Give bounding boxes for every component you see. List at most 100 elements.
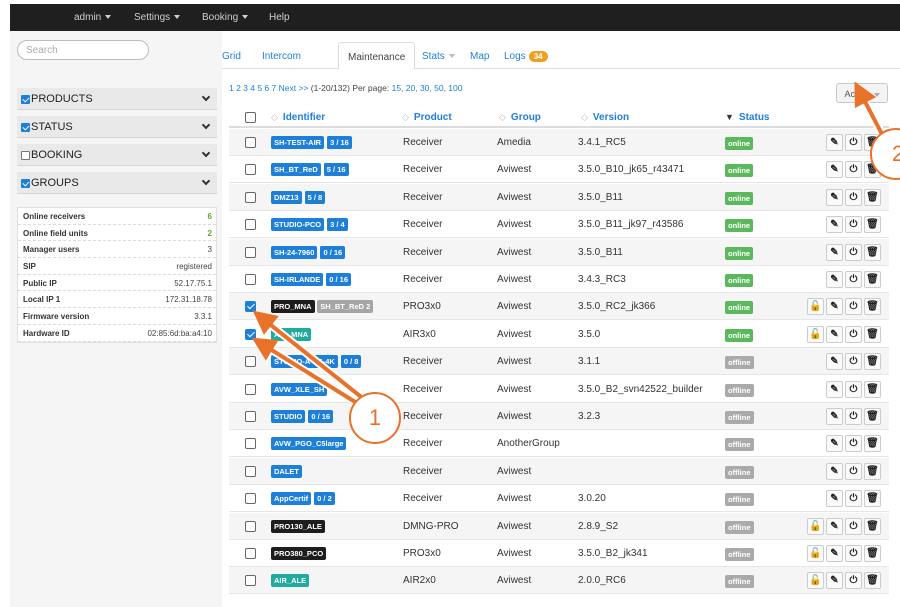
row-checkbox[interactable]: [245, 164, 256, 176]
edit-icon[interactable]: ✎: [826, 216, 843, 234]
row-checkbox[interactable]: [245, 438, 256, 450]
facet-products[interactable]: PRODUCTS: [17, 88, 217, 110]
identifier-label[interactable]: DALET: [271, 464, 302, 478]
unlock-icon[interactable]: 🔓: [807, 572, 824, 590]
table-row[interactable]: PRO130_ALE DMNG-PRO Aviwest 2.8.9_S2 offline…: [229, 512, 889, 540]
tab-grid[interactable]: Grid: [222, 51, 241, 62]
nav-admin-menu[interactable]: admin: [74, 12, 112, 23]
edit-icon[interactable]: ✎: [826, 490, 843, 508]
row-checkbox[interactable]: [245, 246, 256, 258]
edit-icon[interactable]: ✎: [826, 545, 843, 562]
trash-icon[interactable]: 🗑: [864, 325, 881, 343]
nav-help-link[interactable]: Help: [269, 12, 290, 23]
row-checkbox[interactable]: [245, 356, 256, 368]
table-row[interactable]: STUDIO 0 / 16 Receiver Aviwest 3.2.3 offline ✎…: [229, 403, 889, 430]
trash-icon[interactable]: 🗑: [864, 517, 881, 535]
row-checkbox[interactable]: [245, 274, 256, 285]
table-row[interactable]: DMZ13 5 / 8 Receiver Aviwest 3.5.0_B11 online…: [229, 183, 889, 211]
table-row[interactable]: AIR_ALE AIR2x0 Aviwest 2.0.0_RC6 offline 🔓 ✎ ⏻ 🗑: [229, 567, 889, 595]
edit-icon[interactable]: ✎: [826, 298, 843, 316]
identifier-label[interactable]: AIR_MNA: [271, 327, 312, 341]
power-icon[interactable]: ⏻: [845, 298, 862, 316]
table-row[interactable]: AppCertif 0 / 2 Receiver Aviwest 3.0.20 offli…: [229, 485, 889, 513]
facet-status[interactable]: STATUS: [17, 116, 217, 138]
row-checkbox[interactable]: [245, 548, 256, 559]
table-row[interactable]: AVW_XLE_SH Receiver Aviwest 3.5.0_B2_svn425…: [229, 376, 889, 403]
power-icon[interactable]: ⏻: [845, 380, 862, 398]
nav-booking-menu[interactable]: Booking: [202, 12, 249, 23]
identifier-label[interactable]: DMZ13: [271, 190, 302, 204]
per-page-options[interactable]: 15, 20, 30, 50, 100: [392, 83, 463, 93]
row-checkbox[interactable]: [245, 383, 256, 395]
power-icon[interactable]: ⏻: [845, 517, 862, 535]
power-icon[interactable]: ⏻: [845, 325, 862, 343]
column-product[interactable]: ◇ Product: [402, 112, 452, 123]
unlock-icon[interactable]: 🔓: [807, 298, 824, 316]
edit-icon[interactable]: ✎: [826, 408, 843, 425]
edit-icon[interactable]: ✎: [826, 380, 843, 398]
column-group[interactable]: ◇ Group: [499, 112, 541, 123]
column-identifier[interactable]: ◇ Identifier: [271, 112, 325, 123]
power-icon[interactable]: ⏻: [845, 435, 862, 453]
table-row[interactable]: PRO_MNA SH_BT_ReD 2 PRO3x0 Aviwest 3.5.0_RC…: [229, 293, 889, 321]
power-icon[interactable]: ⏻: [845, 161, 862, 179]
table-row[interactable]: SH_BT_ReD 5 / 16 Receiver Aviwest 3.5.0_B10_…: [229, 156, 889, 184]
identifier-label[interactable]: AppCertif: [271, 492, 312, 506]
power-icon[interactable]: ⏻: [845, 572, 862, 590]
table-row[interactable]: SH-24-7960 0 / 16 Receiver Aviwest 3.5.0_B11…: [229, 238, 889, 266]
edit-icon[interactable]: ✎: [826, 517, 843, 535]
trash-icon[interactable]: 🗑: [864, 435, 881, 453]
table-row[interactable]: SH-TEST-AIR 3 / 16 Receiver Amedia 3.4.1_RC5…: [229, 129, 889, 156]
identifier-label[interactable]: AVW_PGO_C5large: [271, 437, 347, 451]
facet-booking[interactable]: BOOKING: [17, 144, 217, 166]
identifier-label[interactable]: SH-IRLANDE: [271, 273, 324, 286]
identifier-label[interactable]: SH-24-7960: [271, 245, 318, 259]
table-row[interactable]: PRO380_PCO PRO3x0 Aviwest 3.5.0_B2_jk341 off…: [229, 540, 889, 567]
identifier-label[interactable]: PRO130_ALE: [271, 519, 325, 533]
identifier-label[interactable]: STUDIO: [271, 410, 306, 423]
identifier-label[interactable]: SH_BT_ReD 2: [317, 300, 374, 314]
trash-icon[interactable]: 🗑: [864, 408, 881, 425]
edit-icon[interactable]: ✎: [826, 325, 843, 343]
tab-stats[interactable]: Stats: [422, 51, 455, 62]
facet-groups[interactable]: GROUPS: [17, 172, 217, 194]
row-checkbox[interactable]: [245, 520, 256, 532]
edit-icon[interactable]: ✎: [826, 462, 843, 480]
tab-intercom[interactable]: Intercom: [262, 51, 301, 62]
trash-icon[interactable]: 🗑: [864, 353, 881, 371]
tab-map[interactable]: Map: [470, 51, 489, 62]
edit-icon[interactable]: ✎: [826, 134, 843, 151]
trash-icon[interactable]: 🗑: [864, 572, 881, 590]
power-icon[interactable]: ⏻: [845, 353, 862, 371]
identifier-label[interactable]: AIR_ALE: [271, 574, 310, 588]
row-checkbox[interactable]: [245, 191, 256, 203]
nav-settings-menu[interactable]: Settings: [134, 12, 181, 23]
chevron-down-icon[interactable]: [201, 120, 211, 130]
trash-icon[interactable]: 🗑: [864, 243, 881, 261]
row-checkbox[interactable]: [245, 493, 256, 505]
trash-icon[interactable]: 🗑: [864, 216, 881, 234]
edit-icon[interactable]: ✎: [826, 188, 843, 206]
edit-icon[interactable]: ✎: [826, 435, 843, 453]
identifier-label[interactable]: PRO380_PCO: [271, 547, 327, 560]
power-icon[interactable]: ⏻: [845, 408, 862, 425]
edit-icon[interactable]: ✎: [826, 243, 843, 261]
action-dropdown-button[interactable]: Action: [836, 83, 888, 103]
facet-checkbox[interactable]: [21, 123, 30, 132]
row-checkbox[interactable]: [245, 465, 256, 477]
tab-maintenance[interactable]: Maintenance: [338, 42, 416, 70]
power-icon[interactable]: ⏻: [845, 243, 862, 261]
identifier-label[interactable]: AVW_XLE_SH: [271, 382, 328, 396]
power-icon[interactable]: ⏻: [845, 188, 862, 206]
table-row[interactable]: STUDIO-PCO 3 / 4 Receiver Aviwest 3.5.0_B11_…: [229, 211, 889, 239]
facet-checkbox[interactable]: [21, 151, 30, 160]
tab-logs[interactable]: Logs 34: [504, 51, 548, 62]
unlock-icon[interactable]: 🔓: [807, 325, 824, 343]
page-links[interactable]: 1 2 3 4 5 6 7 Next >>: [229, 83, 308, 93]
trash-icon[interactable]: 🗑: [864, 298, 881, 316]
select-all-checkbox[interactable]: [245, 112, 256, 123]
search-input[interactable]: [17, 40, 149, 60]
edit-icon[interactable]: ✎: [826, 161, 843, 179]
edit-icon[interactable]: ✎: [826, 353, 843, 371]
identifier-label[interactable]: SH-TEST-AIR: [271, 136, 325, 149]
